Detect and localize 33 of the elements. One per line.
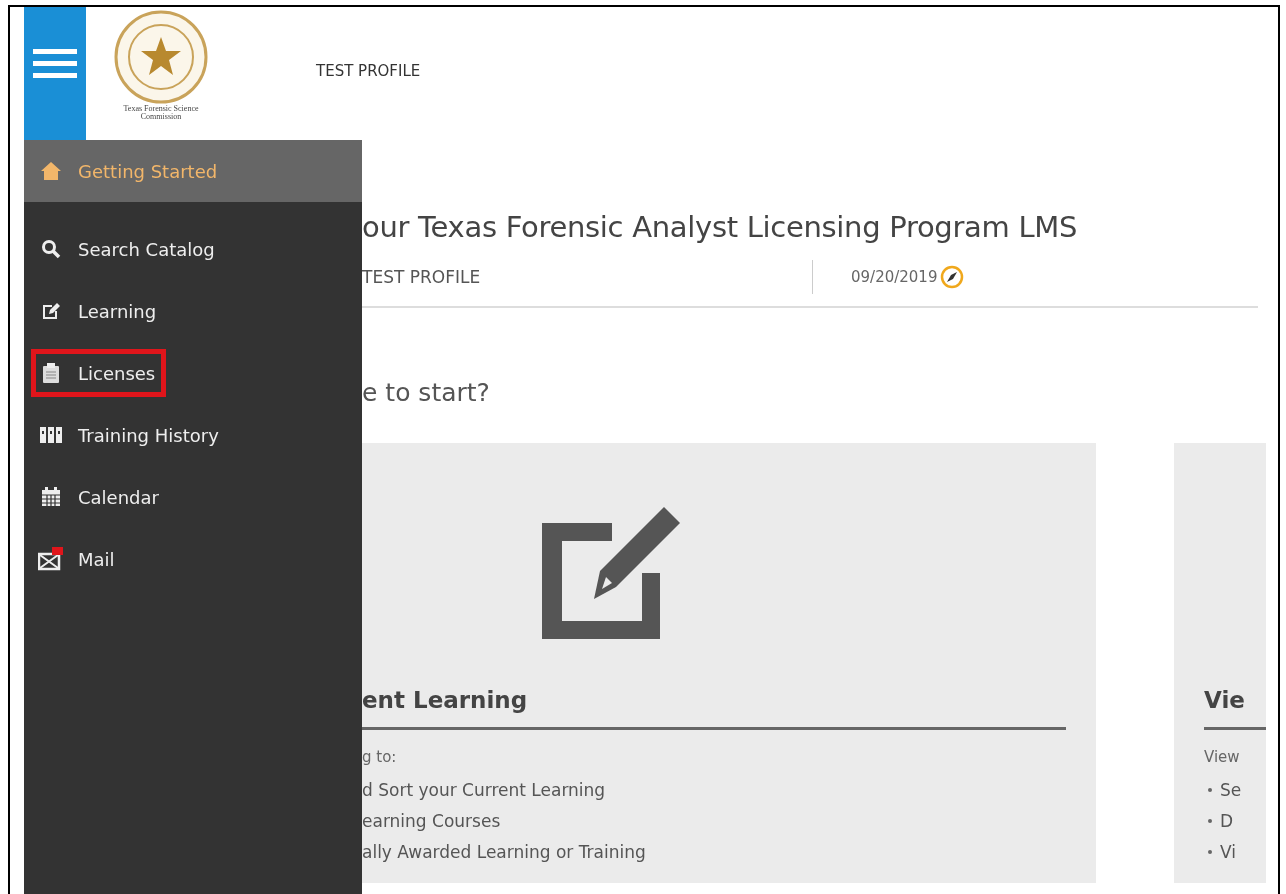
- profile-name: TEST PROFILE: [316, 62, 421, 80]
- menu-button[interactable]: [24, 7, 86, 140]
- card-heading: ent Learning: [362, 687, 1066, 730]
- card-text: View: [1204, 748, 1241, 766]
- bullet-item: earning Courses: [362, 809, 502, 833]
- clipboard-icon: [42, 362, 60, 384]
- date-text: 09/20/2019: [851, 268, 938, 286]
- sidebar-item[interactable]: Learning: [24, 280, 157, 342]
- sidebar-item[interactable]: Calendar: [24, 466, 159, 528]
- home-icon: [40, 161, 62, 181]
- menu-icon: [33, 49, 77, 79]
- books-icon: [40, 426, 62, 444]
- edit-icon: [41, 301, 61, 321]
- seal-icon: [113, 9, 209, 105]
- mail-icon: [38, 547, 64, 571]
- bullet-item: D: [1204, 805, 1266, 836]
- card-text: g to:: [362, 748, 398, 766]
- calendar-icon: [41, 487, 61, 507]
- card-heading: Vie: [1204, 687, 1266, 730]
- section-heading: e to start?: [362, 378, 491, 407]
- logo-text: Texas Forensic Science Commission: [122, 105, 200, 121]
- sidebar-item[interactable]: Mail: [24, 528, 115, 590]
- sidebar-item[interactable]: Licenses: [24, 342, 174, 404]
- bullet-item: d Sort your Current Learning: [362, 778, 607, 802]
- sidebar-item[interactable]: Training History: [24, 404, 219, 466]
- bullet-item: Vi: [1204, 836, 1266, 867]
- user-name: TEST PROFILE: [362, 267, 482, 287]
- search-icon: [41, 239, 61, 259]
- bullet-item: Se: [1204, 774, 1266, 805]
- compass-icon: [940, 265, 965, 289]
- sidebar-item[interactable]: Search Catalog: [24, 218, 215, 280]
- page-title: our Texas Forensic Analyst Licensing Program LMS: [362, 210, 1079, 244]
- bullet-item: ally Awarded Learning or Training: [362, 840, 647, 864]
